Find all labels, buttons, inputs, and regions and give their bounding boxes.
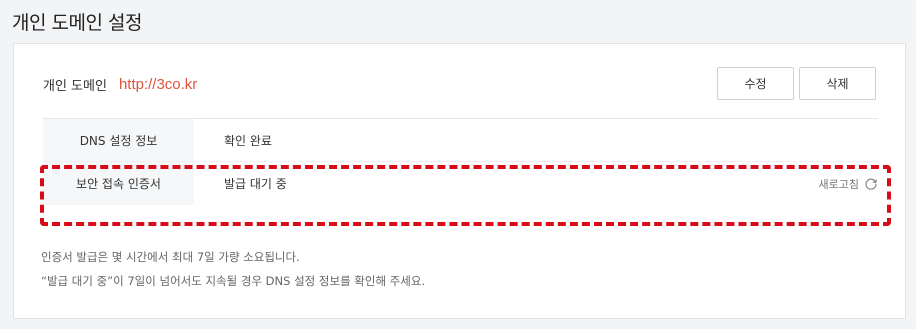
domain-settings-card: 개인 도메인 http://3co.kr 수정 삭제 DNS 설정 정보 확인 … [13, 43, 906, 319]
refresh-icon [864, 177, 878, 191]
refresh-button[interactable]: 새로고침 [819, 176, 878, 192]
domain-info-table: DNS 설정 정보 확인 완료 보안 접속 인증서 발급 대기 중 새로고침 [43, 118, 878, 205]
dns-settings-key: DNS 설정 정보 [43, 119, 194, 161]
dns-settings-value: 확인 완료 [224, 133, 272, 148]
certificate-value: 발급 대기 중 [224, 177, 287, 191]
domain-value: http://3co.kr [118, 75, 198, 93]
info-row-dns: DNS 설정 정보 확인 완료 [43, 119, 878, 162]
page-title: 개인 도메인 설정 [12, 12, 142, 34]
info-row-certificate: 보안 접속 인증서 발급 대기 중 새로고침 [43, 162, 878, 205]
refresh-label: 새로고침 [818, 177, 859, 191]
certificate-key: 보안 접속 인증서 [43, 162, 194, 205]
note-check-dns: “발급 대기 중”이 7일이 넘어서도 지속될 경우 DNS 설정 정보를 확인… [41, 274, 426, 288]
note-issuance-time: 인증서 발급은 몇 시간에서 최대 7일 가량 소요됩니다. [41, 250, 300, 264]
edit-button[interactable]: 수정 [717, 67, 794, 100]
delete-button[interactable]: 삭제 [799, 67, 876, 100]
domain-label: 개인 도메인 [43, 78, 107, 94]
domain-row: 개인 도메인 http://3co.kr [43, 74, 197, 94]
